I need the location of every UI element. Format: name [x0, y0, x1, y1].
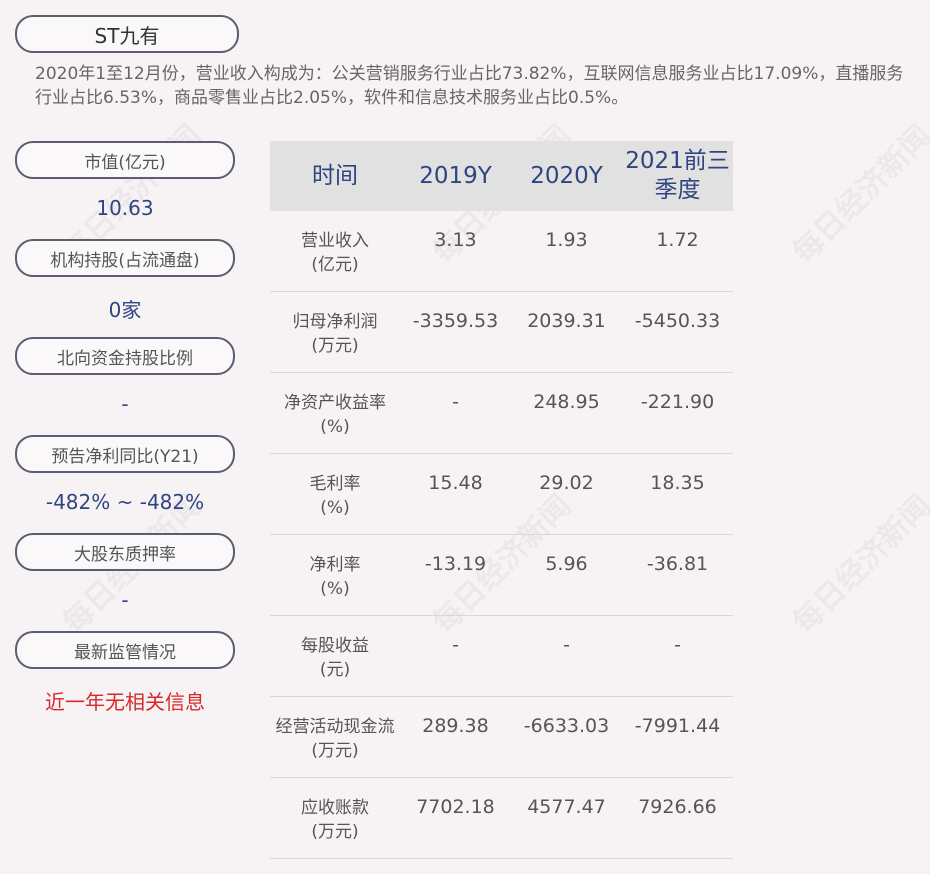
market-cap-value: 10.63: [96, 196, 154, 220]
table-row: 毛利率 (%) 15.48 29.02 18.35: [270, 454, 733, 535]
cell-value: 7926.66: [638, 796, 717, 818]
cell-value: 29.02: [539, 472, 594, 494]
cell-value: -: [452, 634, 459, 656]
institutional-holding-label: 机构持股(占流通盘): [15, 239, 235, 277]
watermark: 每日经济新闻: [760, 92, 930, 293]
institutional-holding-value: 0家: [108, 298, 142, 322]
cell-value: 1.93: [545, 229, 588, 251]
regulatory-status-value: 近一年无相关信息: [45, 690, 205, 714]
table-row: 应收账款 (万元) 7702.18 4577.47 7926.66: [270, 778, 733, 859]
cell-value: 1.72: [656, 229, 699, 251]
pledge-ratio-label: 大股东质押率: [15, 533, 235, 571]
cell-value: -221.90: [640, 391, 715, 413]
pledge-ratio-value: -: [121, 588, 129, 612]
cell-value: -36.81: [646, 553, 709, 575]
row-label: 归母净利润 (万元): [292, 312, 378, 356]
row-label: 净利率 (%): [309, 555, 361, 599]
cell-value: -7991.44: [634, 715, 721, 737]
market-cap-label: 市值(亿元): [15, 141, 235, 179]
profit-forecast-value: -482% ~ -482%: [45, 490, 205, 514]
regulatory-status-label: 最新监管情况: [15, 631, 235, 669]
cell-value: 248.95: [533, 391, 600, 413]
row-label: 毛利率 (%): [309, 474, 361, 518]
table-row: 净资产收益率 (%) - 248.95 -221.90: [270, 373, 733, 454]
cell-value: 15.48: [428, 472, 483, 494]
table-row: 归母净利润 (万元) -3359.53 2039.31 -5450.33: [270, 292, 733, 373]
cell-value: 2039.31: [527, 310, 606, 332]
table-row: 经营活动现金流 (万元) 289.38 -6633.03 -7991.44: [270, 697, 733, 778]
row-label: 每股收益 (元): [301, 636, 369, 680]
cell-value: 4577.47: [527, 796, 606, 818]
watermark: 每日经济新闻: [760, 462, 930, 663]
cell-value: -: [674, 634, 681, 656]
cell-value: -6633.03: [523, 715, 610, 737]
revenue-composition-summary: 2020年1至12月份，营业收入构成为：公关营销服务行业占比73.82%，互联网…: [35, 64, 904, 108]
profit-forecast-label: 预告净利同比(Y21): [15, 435, 235, 473]
cell-value: -3359.53: [412, 310, 499, 332]
table-header: 时间 2019Y 2020Y 2021前三季度: [270, 141, 733, 211]
cell-value: -13.19: [424, 553, 487, 575]
row-label: 经营活动现金流 (万元): [275, 717, 395, 761]
cell-value: -: [563, 634, 570, 656]
header-time: 时间: [312, 162, 358, 189]
header-2021-q3: 2021前三季度: [625, 148, 730, 203]
header-2019: 2019Y: [419, 162, 492, 189]
table-row: 净利率 (%) -13.19 5.96 -36.81: [270, 535, 733, 616]
financial-table: 时间 2019Y 2020Y 2021前三季度 营业收入 (亿元) 3.13 1.…: [270, 141, 733, 859]
northbound-holding-label: 北向资金持股比例: [15, 337, 235, 375]
cell-value: -5450.33: [634, 310, 721, 332]
cell-value: -: [452, 391, 459, 413]
header-2020: 2020Y: [530, 162, 603, 189]
stock-title: ST九有: [15, 15, 239, 53]
row-label: 净资产收益率 (%): [284, 393, 386, 437]
row-label: 应收账款 (万元): [301, 798, 369, 842]
cell-value: 289.38: [422, 715, 489, 737]
cell-value: 3.13: [434, 229, 477, 251]
table-row: 每股收益 (元) - - -: [270, 616, 733, 697]
row-label: 营业收入 (亿元): [301, 231, 369, 275]
cell-value: 5.96: [545, 553, 588, 575]
cell-value: 7702.18: [416, 796, 495, 818]
table-row: 营业收入 (亿元) 3.13 1.93 1.72: [270, 211, 733, 292]
northbound-holding-value: -: [121, 392, 129, 416]
cell-value: 18.35: [650, 472, 705, 494]
